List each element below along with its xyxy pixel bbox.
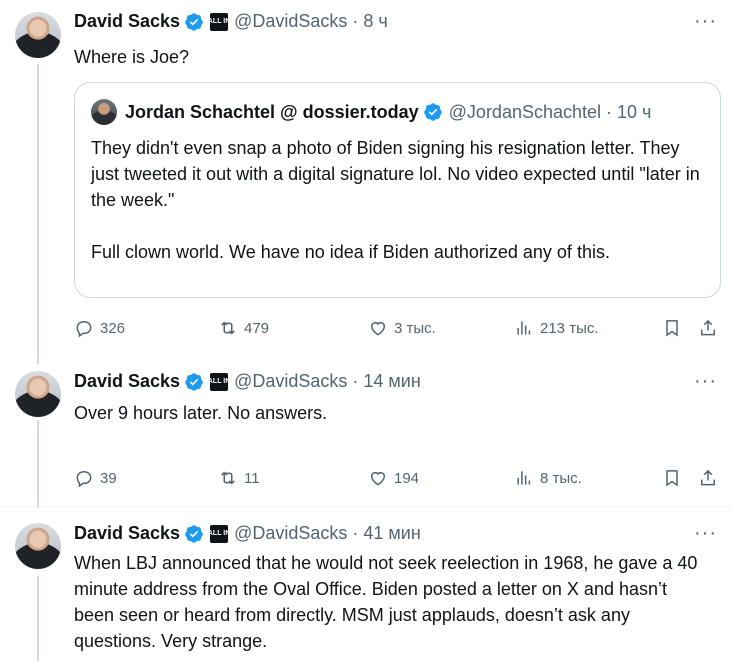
separator-dot: ·	[606, 101, 613, 122]
bookmark-button[interactable]	[662, 318, 688, 338]
avatar	[91, 99, 117, 125]
repost-icon	[221, 471, 235, 485]
divider	[0, 506, 731, 507]
views-icon	[517, 321, 531, 335]
author-handle: @JordanSchachtel	[448, 101, 602, 122]
share-icon	[701, 469, 715, 486]
timestamp: 10 ч	[617, 101, 652, 122]
author-name: Jordan Schachtel @ dossier.today	[125, 101, 419, 122]
tweet-header: David Sacks ALL IN @DavidSacks · 8 ч	[74, 11, 388, 32]
affiliation-badge[interactable]: ALL IN	[208, 372, 230, 391]
avatar[interactable]	[15, 12, 61, 58]
share-button[interactable]	[698, 318, 724, 338]
separator-dot: ·	[352, 371, 359, 391]
tweet-text: Where is Joe?	[74, 47, 190, 67]
like-icon	[371, 322, 385, 336]
quoted-paragraph: They didn't even snap a photo of Biden s…	[91, 138, 700, 210]
affiliation-badge[interactable]: ALL IN	[208, 524, 230, 543]
author-name[interactable]: David Sacks	[74, 11, 180, 32]
share-icon	[701, 319, 715, 336]
action-bar: 39 11 194 8 тыс.	[74, 466, 722, 490]
reply-icon	[76, 470, 92, 488]
reply-count: 326	[100, 319, 126, 337]
separator-dot: ·	[352, 11, 359, 31]
verified-badge-icon	[423, 103, 442, 121]
verified-badge-icon	[185, 372, 203, 391]
timestamp[interactable]: 41 мин	[363, 523, 420, 544]
reply-button[interactable]: 39	[74, 468, 117, 488]
quoted-tweet-text: They didn't even snap a photo of Biden s…	[91, 135, 706, 265]
verified-badge-icon	[185, 12, 203, 31]
views-count: 213 тыс.	[540, 319, 599, 337]
repost-button[interactable]: 479	[218, 318, 269, 338]
quoted-paragraph: Full clown world. We have no idea if Bid…	[91, 242, 610, 262]
verified-badge-icon	[185, 524, 203, 543]
action-bar: 326 479 3 тыс. 213 тыс.	[74, 316, 722, 340]
avatar[interactable]	[15, 523, 61, 569]
tweet-text: When LBJ announced that he would not see…	[74, 553, 698, 651]
tweet[interactable]: David Sacks ALL IN @DavidSacks · 8 ч ···…	[0, 0, 731, 356]
more-icon[interactable]: ···	[694, 522, 717, 545]
more-icon[interactable]: ···	[694, 370, 717, 393]
author-name[interactable]: David Sacks	[74, 523, 180, 544]
timestamp[interactable]: 8 ч	[363, 11, 387, 32]
like-count: 3 тыс.	[394, 319, 436, 337]
author-name[interactable]: David Sacks	[74, 371, 180, 392]
repost-button[interactable]: 11	[218, 468, 260, 488]
repost-count: 11	[244, 469, 260, 487]
repost-count: 479	[244, 319, 270, 337]
tweet-header: David Sacks ALL IN @DavidSacks · 14 мин	[74, 371, 421, 392]
reply-icon	[76, 320, 92, 338]
share-button[interactable]	[698, 468, 724, 488]
repost-icon	[221, 321, 235, 335]
separator-dot: ·	[352, 523, 359, 543]
author-handle[interactable]: @DavidSacks	[234, 523, 347, 544]
like-icon	[371, 472, 385, 486]
tweet[interactable]: David Sacks ALL IN @DavidSacks · 14 мин …	[0, 360, 731, 504]
views-icon	[517, 471, 531, 485]
like-button[interactable]: 3 тыс.	[368, 318, 436, 338]
tweet-header: David Sacks ALL IN @DavidSacks · 41 мин	[74, 523, 421, 544]
author-handle[interactable]: @DavidSacks	[234, 371, 347, 392]
bookmark-icon	[666, 320, 678, 337]
author-handle[interactable]: @DavidSacks	[234, 11, 347, 32]
quoted-tweet[interactable]: Jordan Schachtel @ dossier.today @Jordan…	[74, 82, 721, 298]
tweet[interactable]: David Sacks ALL IN @DavidSacks · 41 мин …	[0, 508, 731, 661]
timestamp[interactable]: 14 мин	[363, 371, 420, 392]
affiliation-badge[interactable]: ALL IN	[208, 12, 230, 31]
like-count: 194	[394, 469, 420, 487]
avatar[interactable]	[15, 371, 61, 417]
quoted-tweet-header: Jordan Schachtel @ dossier.today @Jordan…	[91, 99, 651, 125]
reply-count: 39	[100, 469, 117, 487]
bookmark-icon	[666, 470, 678, 487]
views-count: 8 тыс.	[540, 469, 582, 487]
reply-button[interactable]: 326	[74, 318, 125, 338]
more-icon[interactable]: ···	[694, 10, 717, 33]
views-button[interactable]: 213 тыс.	[514, 318, 599, 338]
bookmark-button[interactable]	[662, 468, 688, 488]
views-button[interactable]: 8 тыс.	[514, 468, 582, 488]
like-button[interactable]: 194	[368, 468, 419, 488]
tweet-text: Over 9 hours later. No answers.	[74, 403, 328, 423]
